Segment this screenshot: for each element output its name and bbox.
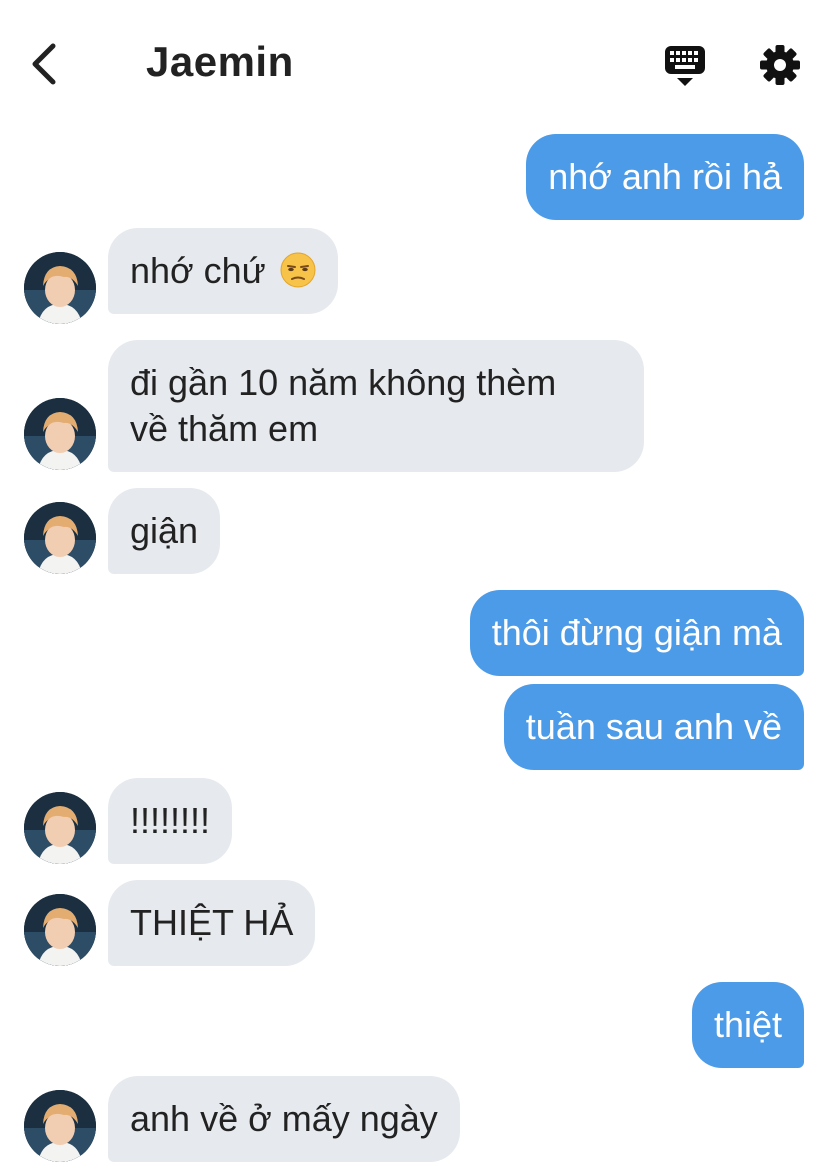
contact-avatar[interactable] (24, 502, 96, 574)
avatar-photo (24, 252, 96, 324)
message-text: tuần sau anh về (525, 706, 782, 747)
settings-button[interactable] (756, 42, 804, 88)
contact-avatar[interactable] (24, 894, 96, 966)
message-sent[interactable]: thôi đừng giận mà (469, 590, 804, 676)
message-text: thôi đừng giận mà (491, 612, 782, 653)
message-received[interactable]: !!!!!!!! (108, 778, 233, 864)
message-received[interactable]: nhớ chứ (108, 228, 338, 314)
avatar-photo (24, 502, 96, 574)
avatar-photo (24, 792, 96, 864)
contact-avatar[interactable] (24, 398, 96, 470)
message-sent[interactable]: tuần sau anh về (503, 684, 804, 770)
unamused-face-emoji (280, 252, 316, 288)
message-received[interactable]: anh về ở mấy ngày (108, 1076, 460, 1162)
keyboard-icon (665, 46, 705, 86)
message-text-line: về thăm em (130, 408, 319, 449)
back-button[interactable] (22, 40, 66, 88)
message-received[interactable]: đi gần 10 năm không thèm về thăm em (108, 340, 644, 472)
message-sent[interactable]: nhớ anh rồi hả (526, 134, 804, 220)
message-text: nhớ anh rồi hả (548, 156, 782, 197)
contact-avatar[interactable] (24, 252, 96, 324)
contact-avatar[interactable] (24, 1090, 96, 1162)
message-text: giận (130, 510, 199, 551)
message-text: thiệt (713, 1004, 782, 1045)
keyboard-button[interactable] (660, 42, 710, 88)
message-sent[interactable]: thiệt (691, 982, 804, 1068)
message-received[interactable]: THIỆT HẢ (108, 880, 316, 966)
contact-avatar[interactable] (24, 792, 96, 864)
avatar-photo (24, 398, 96, 470)
chat-header: Jaemin (0, 0, 828, 125)
message-received[interactable]: giận (108, 488, 221, 574)
conversation-title: Jaemin (146, 38, 294, 85)
message-text: THIỆT HẢ (130, 902, 294, 943)
gear-icon (760, 45, 800, 85)
message-text: !!!!!!!! (130, 800, 211, 841)
avatar-photo (24, 1090, 96, 1162)
message-text-line: đi gần 10 năm không thèm (130, 362, 557, 403)
chevron-left-icon (32, 43, 56, 85)
message-text: nhớ chứ (130, 250, 266, 291)
message-text: anh về ở mấy ngày (130, 1098, 438, 1139)
avatar-photo (24, 894, 96, 966)
